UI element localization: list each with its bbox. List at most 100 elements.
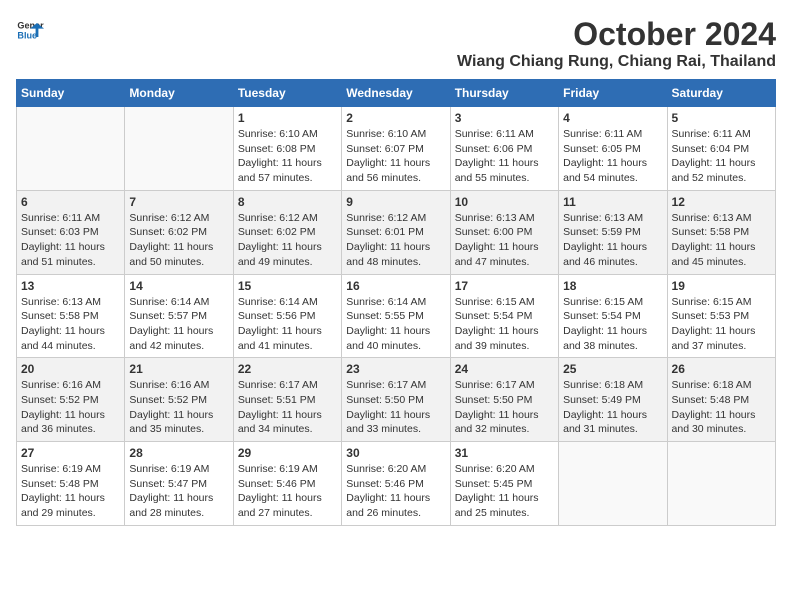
day-number: 20 xyxy=(21,362,120,376)
day-number: 1 xyxy=(238,111,337,125)
cell-info: Sunrise: 6:15 AM Sunset: 5:53 PM Dayligh… xyxy=(672,295,771,354)
day-number: 25 xyxy=(563,362,662,376)
day-number: 26 xyxy=(672,362,771,376)
week-row-5: 27 Sunrise: 6:19 AM Sunset: 5:48 PM Dayli… xyxy=(17,442,776,526)
calendar-cell: 15Sunrise: 6:14 AM Sunset: 5:56 PM Dayli… xyxy=(233,274,341,358)
calendar-cell xyxy=(125,107,233,191)
cell-info: Sunrise: 6:11 AM Sunset: 6:03 PM Dayligh… xyxy=(21,211,120,270)
day-number: 13 xyxy=(21,279,120,293)
cell-info: Sunrise: 6:16 AM Sunset: 5:52 PM Dayligh… xyxy=(21,378,120,437)
logo: General Blue xyxy=(16,16,44,44)
calendar-cell: 23 Sunrise: 6:17 AM Sunset: 5:50 PM Dayli… xyxy=(342,358,450,442)
cell-info: Sunrise: 6:17 AM Sunset: 5:50 PM Dayligh… xyxy=(455,378,554,437)
calendar-cell: 25 Sunrise: 6:18 AM Sunset: 5:49 PM Dayli… xyxy=(559,358,667,442)
cell-info: Sunrise: 6:10 AM Sunset: 6:08 PM Dayligh… xyxy=(238,127,337,186)
week-row-3: 13 Sunrise: 6:13 AM Sunset: 5:58 PM Dayli… xyxy=(17,274,776,358)
day-number: 28 xyxy=(129,446,228,460)
cell-info: Sunrise: 6:17 AM Sunset: 5:50 PM Dayligh… xyxy=(346,378,445,437)
calendar-cell: 30 Sunrise: 6:20 AM Sunset: 5:46 PM Dayli… xyxy=(342,442,450,526)
cell-info: Sunrise: 6:13 AM Sunset: 6:00 PM Dayligh… xyxy=(455,211,554,270)
calendar-cell: 19 Sunrise: 6:15 AM Sunset: 5:53 PM Dayli… xyxy=(667,274,775,358)
day-number: 6 xyxy=(21,195,120,209)
month-title: October 2024 xyxy=(457,16,776,53)
calendar-cell: 13 Sunrise: 6:13 AM Sunset: 5:58 PM Dayli… xyxy=(17,274,125,358)
weekday-header-wednesday: Wednesday xyxy=(342,80,450,107)
cell-info: Sunrise: 6:15 AM Sunset: 5:54 PM Dayligh… xyxy=(563,295,662,354)
calendar-cell: 22 Sunrise: 6:17 AM Sunset: 5:51 PM Dayli… xyxy=(233,358,341,442)
calendar-cell: 29Sunrise: 6:19 AM Sunset: 5:46 PM Dayli… xyxy=(233,442,341,526)
cell-info: Sunrise: 6:20 AM Sunset: 5:46 PM Dayligh… xyxy=(346,462,445,521)
calendar-cell: 26Sunrise: 6:18 AM Sunset: 5:48 PM Dayli… xyxy=(667,358,775,442)
cell-info: Sunrise: 6:20 AM Sunset: 5:45 PM Dayligh… xyxy=(455,462,554,521)
cell-info: Sunrise: 6:16 AM Sunset: 5:52 PM Dayligh… xyxy=(129,378,228,437)
day-number: 27 xyxy=(21,446,120,460)
cell-info: Sunrise: 6:14 AM Sunset: 5:55 PM Dayligh… xyxy=(346,295,445,354)
calendar-cell: 6 Sunrise: 6:11 AM Sunset: 6:03 PM Daylig… xyxy=(17,190,125,274)
week-row-1: 1 Sunrise: 6:10 AM Sunset: 6:08 PM Daylig… xyxy=(17,107,776,191)
cell-info: Sunrise: 6:17 AM Sunset: 5:51 PM Dayligh… xyxy=(238,378,337,437)
calendar-cell: 4 Sunrise: 6:11 AM Sunset: 6:05 PM Daylig… xyxy=(559,107,667,191)
day-number: 23 xyxy=(346,362,445,376)
cell-info: Sunrise: 6:11 AM Sunset: 6:05 PM Dayligh… xyxy=(563,127,662,186)
cell-info: Sunrise: 6:12 AM Sunset: 6:02 PM Dayligh… xyxy=(238,211,337,270)
cell-info: Sunrise: 6:15 AM Sunset: 5:54 PM Dayligh… xyxy=(455,295,554,354)
calendar-cell xyxy=(667,442,775,526)
cell-info: Sunrise: 6:19 AM Sunset: 5:48 PM Dayligh… xyxy=(21,462,120,521)
header: General Blue October 2024 Wiang Chiang R… xyxy=(16,16,776,71)
cell-info: Sunrise: 6:13 AM Sunset: 5:58 PM Dayligh… xyxy=(672,211,771,270)
cell-info: Sunrise: 6:10 AM Sunset: 6:07 PM Dayligh… xyxy=(346,127,445,186)
week-row-2: 6 Sunrise: 6:11 AM Sunset: 6:03 PM Daylig… xyxy=(17,190,776,274)
day-number: 30 xyxy=(346,446,445,460)
weekday-header-sunday: Sunday xyxy=(17,80,125,107)
day-number: 12 xyxy=(672,195,771,209)
calendar-cell: 27 Sunrise: 6:19 AM Sunset: 5:48 PM Dayli… xyxy=(17,442,125,526)
calendar-cell: 11 Sunrise: 6:13 AM Sunset: 5:59 PM Dayli… xyxy=(559,190,667,274)
calendar-cell xyxy=(17,107,125,191)
calendar-cell: 20 Sunrise: 6:16 AM Sunset: 5:52 PM Dayli… xyxy=(17,358,125,442)
day-number: 29 xyxy=(238,446,337,460)
calendar-cell: 7 Sunrise: 6:12 AM Sunset: 6:02 PM Daylig… xyxy=(125,190,233,274)
cell-info: Sunrise: 6:11 AM Sunset: 6:04 PM Dayligh… xyxy=(672,127,771,186)
weekday-header-tuesday: Tuesday xyxy=(233,80,341,107)
calendar-cell: 3 Sunrise: 6:11 AM Sunset: 6:06 PM Daylig… xyxy=(450,107,558,191)
calendar-cell: 16 Sunrise: 6:14 AM Sunset: 5:55 PM Dayli… xyxy=(342,274,450,358)
calendar-cell: 9Sunrise: 6:12 AM Sunset: 6:01 PM Daylig… xyxy=(342,190,450,274)
calendar-cell: 2 Sunrise: 6:10 AM Sunset: 6:07 PM Daylig… xyxy=(342,107,450,191)
day-number: 14 xyxy=(129,279,228,293)
day-number: 4 xyxy=(563,111,662,125)
day-number: 5 xyxy=(672,111,771,125)
day-number: 10 xyxy=(455,195,554,209)
cell-info: Sunrise: 6:19 AM Sunset: 5:47 PM Dayligh… xyxy=(129,462,228,521)
day-number: 16 xyxy=(346,279,445,293)
day-number: 8 xyxy=(238,195,337,209)
day-number: 24 xyxy=(455,362,554,376)
week-row-4: 20 Sunrise: 6:16 AM Sunset: 5:52 PM Dayli… xyxy=(17,358,776,442)
cell-info: Sunrise: 6:14 AM Sunset: 5:56 PM Dayligh… xyxy=(238,295,337,354)
calendar-cell: 1 Sunrise: 6:10 AM Sunset: 6:08 PM Daylig… xyxy=(233,107,341,191)
day-number: 2 xyxy=(346,111,445,125)
weekday-header-monday: Monday xyxy=(125,80,233,107)
day-number: 31 xyxy=(455,446,554,460)
day-number: 21 xyxy=(129,362,228,376)
cell-info: Sunrise: 6:13 AM Sunset: 5:58 PM Dayligh… xyxy=(21,295,120,354)
calendar-cell: 18Sunrise: 6:15 AM Sunset: 5:54 PM Dayli… xyxy=(559,274,667,358)
day-number: 19 xyxy=(672,279,771,293)
calendar-cell xyxy=(559,442,667,526)
weekday-header-thursday: Thursday xyxy=(450,80,558,107)
cell-info: Sunrise: 6:13 AM Sunset: 5:59 PM Dayligh… xyxy=(563,211,662,270)
calendar-cell: 12 Sunrise: 6:13 AM Sunset: 5:58 PM Dayli… xyxy=(667,190,775,274)
day-number: 7 xyxy=(129,195,228,209)
cell-info: Sunrise: 6:14 AM Sunset: 5:57 PM Dayligh… xyxy=(129,295,228,354)
day-number: 3 xyxy=(455,111,554,125)
day-number: 11 xyxy=(563,195,662,209)
cell-info: Sunrise: 6:11 AM Sunset: 6:06 PM Dayligh… xyxy=(455,127,554,186)
calendar-cell: 24 Sunrise: 6:17 AM Sunset: 5:50 PM Dayli… xyxy=(450,358,558,442)
day-number: 22 xyxy=(238,362,337,376)
cell-info: Sunrise: 6:12 AM Sunset: 6:02 PM Dayligh… xyxy=(129,211,228,270)
weekday-header-friday: Friday xyxy=(559,80,667,107)
title-area: October 2024 Wiang Chiang Rung, Chiang R… xyxy=(457,16,776,71)
cell-info: Sunrise: 6:18 AM Sunset: 5:49 PM Dayligh… xyxy=(563,378,662,437)
weekday-header-saturday: Saturday xyxy=(667,80,775,107)
calendar-cell: 14 Sunrise: 6:14 AM Sunset: 5:57 PM Dayli… xyxy=(125,274,233,358)
logo-icon: General Blue xyxy=(16,16,44,44)
